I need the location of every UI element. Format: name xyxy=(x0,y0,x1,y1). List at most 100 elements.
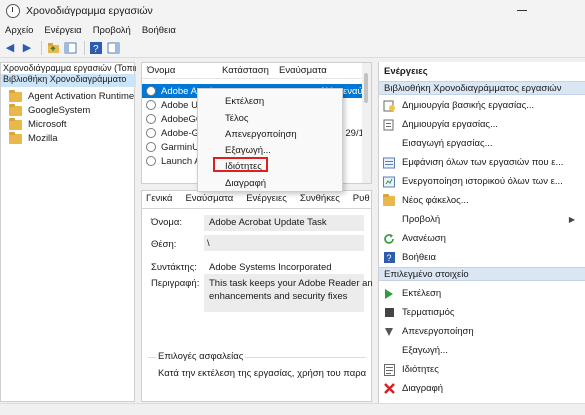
action-delete[interactable]: Διαγραφή xyxy=(383,381,443,396)
action-stop[interactable]: Τερματισμός xyxy=(383,305,454,320)
action-new-folder[interactable]: Νέος φάκελος... xyxy=(383,193,469,208)
toolbar: ◀ ▶ ? xyxy=(0,38,585,58)
tree-library-node[interactable]: Βιβλιοθήκη Χρονοδιαγράμματο xyxy=(1,74,136,87)
description-line: This task keeps your Adobe Reader an xyxy=(209,278,373,289)
scrollbar-thumb[interactable] xyxy=(364,73,368,103)
action-label: Απενεργοποίηση xyxy=(402,326,474,337)
task-scheduler-icon xyxy=(6,4,20,18)
tree-node-agent[interactable]: Agent Activation Runtime xyxy=(9,89,135,103)
section-library-label: Βιβλιοθήκη Χρονοδιαγράμματος εργασιών xyxy=(384,82,562,94)
action-label: Εισαγωγή εργασίας... xyxy=(402,138,493,149)
back-icon[interactable]: ◀ xyxy=(3,41,17,55)
description-label: Περιγραφή: xyxy=(151,278,200,289)
action-create-basic-task[interactable]: Δημιουργία βασικής εργασίας... xyxy=(383,98,534,113)
menu-item-delete[interactable]: Διαγραφή xyxy=(225,178,266,189)
console-tree-icon[interactable] xyxy=(63,41,77,55)
task-clock-icon xyxy=(146,142,156,152)
security-options-label: Επιλογές ασφαλείας xyxy=(156,351,246,362)
title-bar: Χρονοδιάγραμμα εργασιών xyxy=(0,0,585,22)
description-line: enhancements and security fixes xyxy=(209,291,348,302)
basic-task-icon xyxy=(383,100,395,112)
action-label: Δημιουργία εργασίας... xyxy=(402,119,498,130)
task-details: Γενικά Εναύσματα Ενέργειες Συνθήκες Ρυθ … xyxy=(141,190,373,402)
action-view[interactable]: Προβολή ▶ xyxy=(383,212,583,227)
folder-icon xyxy=(9,131,22,144)
action-pane-icon[interactable] xyxy=(106,41,120,55)
tree-node-label: Microsoft xyxy=(28,119,67,130)
tree-node-label: Agent Activation Runtime xyxy=(28,91,135,102)
forward-icon[interactable]: ▶ xyxy=(20,41,34,55)
tree-node-label: GoogleSystem xyxy=(28,105,91,116)
run-icon xyxy=(383,288,395,300)
tree-node-googlesystem[interactable]: GoogleSystem xyxy=(9,103,91,117)
tab-actions[interactable]: Ενέργειες xyxy=(246,193,287,207)
tab-triggers[interactable]: Εναύσματα xyxy=(185,193,233,207)
tree-library-label: Βιβλιοθήκη Χρονοδιαγράμματο xyxy=(3,74,127,84)
submenu-arrow-icon: ▶ xyxy=(568,215,575,224)
task-clock-icon xyxy=(146,114,156,124)
menu-item-export[interactable]: Εξαγωγή... xyxy=(225,145,271,156)
import-spacer xyxy=(383,138,395,150)
action-label: Ανανέωση xyxy=(402,233,446,244)
column-name[interactable]: Όνομα xyxy=(147,65,175,76)
list-scrollbar[interactable] xyxy=(362,63,371,183)
action-refresh[interactable]: Ανανέωση xyxy=(383,231,446,246)
help-icon[interactable]: ? xyxy=(89,41,103,55)
menu-item-end[interactable]: Τέλος xyxy=(225,113,248,124)
author-value: Adobe Systems Incorporated xyxy=(209,262,332,273)
task-clock-icon xyxy=(146,128,156,138)
tab-conditions[interactable]: Συνθήκες xyxy=(300,193,340,207)
delete-icon xyxy=(383,383,395,395)
folder-up-icon[interactable] xyxy=(46,41,60,55)
action-disable[interactable]: Απενεργοποίηση xyxy=(383,324,474,339)
folder-icon xyxy=(9,117,22,130)
location-label: Θέση: xyxy=(151,239,177,250)
tree-root-local[interactable]: Χρονοδιάγραμμα εργασιών (Τοπικ xyxy=(1,63,136,73)
section-selected-label: Επιλεγμένο στοιχείο xyxy=(384,268,469,280)
name-value: Adobe Acrobat Update Task xyxy=(209,217,327,228)
minimize-icon[interactable] xyxy=(517,10,527,11)
task-clock-icon xyxy=(146,156,156,166)
folder-icon xyxy=(383,193,395,206)
location-field[interactable] xyxy=(204,235,364,251)
column-status[interactable]: Κατάσταση xyxy=(222,65,269,76)
bottom-scrollbar[interactable] xyxy=(0,403,585,415)
name-label: Όνομα: xyxy=(151,217,182,228)
menu-file[interactable]: Αρχείο xyxy=(5,25,33,36)
task-clock-icon xyxy=(146,100,156,110)
action-properties[interactable]: Ιδιότητες xyxy=(383,362,439,377)
create-task-icon xyxy=(383,119,395,131)
tree-node-microsoft[interactable]: Microsoft xyxy=(9,117,67,131)
details-tabs: Γενικά Εναύσματα Ενέργειες Συνθήκες Ρυθ xyxy=(142,193,371,207)
action-label: Προβολή xyxy=(402,214,441,225)
window-title: Χρονοδιάγραμμα εργασιών xyxy=(26,5,153,17)
help-icon: ? xyxy=(383,252,395,264)
action-export[interactable]: Εξαγωγή... xyxy=(383,343,448,358)
menu-action[interactable]: Ενέργεια xyxy=(44,25,81,36)
section-library[interactable]: Βιβλιοθήκη Χρονοδιαγράμματος εργασιών xyxy=(379,81,585,95)
context-menu: Εκτέλεση Τέλος Απενεργοποίηση Εξαγωγή...… xyxy=(197,88,343,192)
author-label: Συντάκτης: xyxy=(151,262,197,273)
menu-view[interactable]: Προβολή xyxy=(93,25,131,36)
action-help[interactable]: ? Βοήθεια xyxy=(383,250,436,265)
section-selected-item[interactable]: Επιλεγμένο στοιχείο xyxy=(379,267,585,281)
action-enable-history[interactable]: Ενεργοποίηση ιστορικού όλων των ε... xyxy=(383,174,563,189)
location-value: \ xyxy=(207,238,210,249)
action-label: Νέος φάκελος... xyxy=(402,195,469,206)
action-label: Τερματισμός xyxy=(402,307,455,318)
action-import-task[interactable]: Εισαγωγή εργασίας... xyxy=(383,136,493,151)
tree-node-label: Mozilla xyxy=(28,133,58,144)
tab-general[interactable]: Γενικά xyxy=(146,193,172,207)
action-label: Εξαγωγή... xyxy=(402,345,448,356)
running-tasks-icon xyxy=(383,157,395,169)
column-triggers[interactable]: Εναύσματα xyxy=(279,65,327,76)
menu-help[interactable]: Βοήθεια xyxy=(142,25,176,36)
action-show-running[interactable]: Εμφάνιση όλων των εργασιών που ε... xyxy=(383,155,563,170)
tab-settings[interactable]: Ρυθ xyxy=(353,193,370,207)
action-run[interactable]: Εκτέλεση xyxy=(383,286,441,301)
menu-item-disable[interactable]: Απενεργοποίηση xyxy=(225,129,297,140)
view-spacer xyxy=(383,214,395,226)
menu-item-run[interactable]: Εκτέλεση xyxy=(225,96,264,107)
action-create-task[interactable]: Δημιουργία εργασίας... xyxy=(383,117,498,132)
tree-node-mozilla[interactable]: Mozilla xyxy=(9,131,58,145)
